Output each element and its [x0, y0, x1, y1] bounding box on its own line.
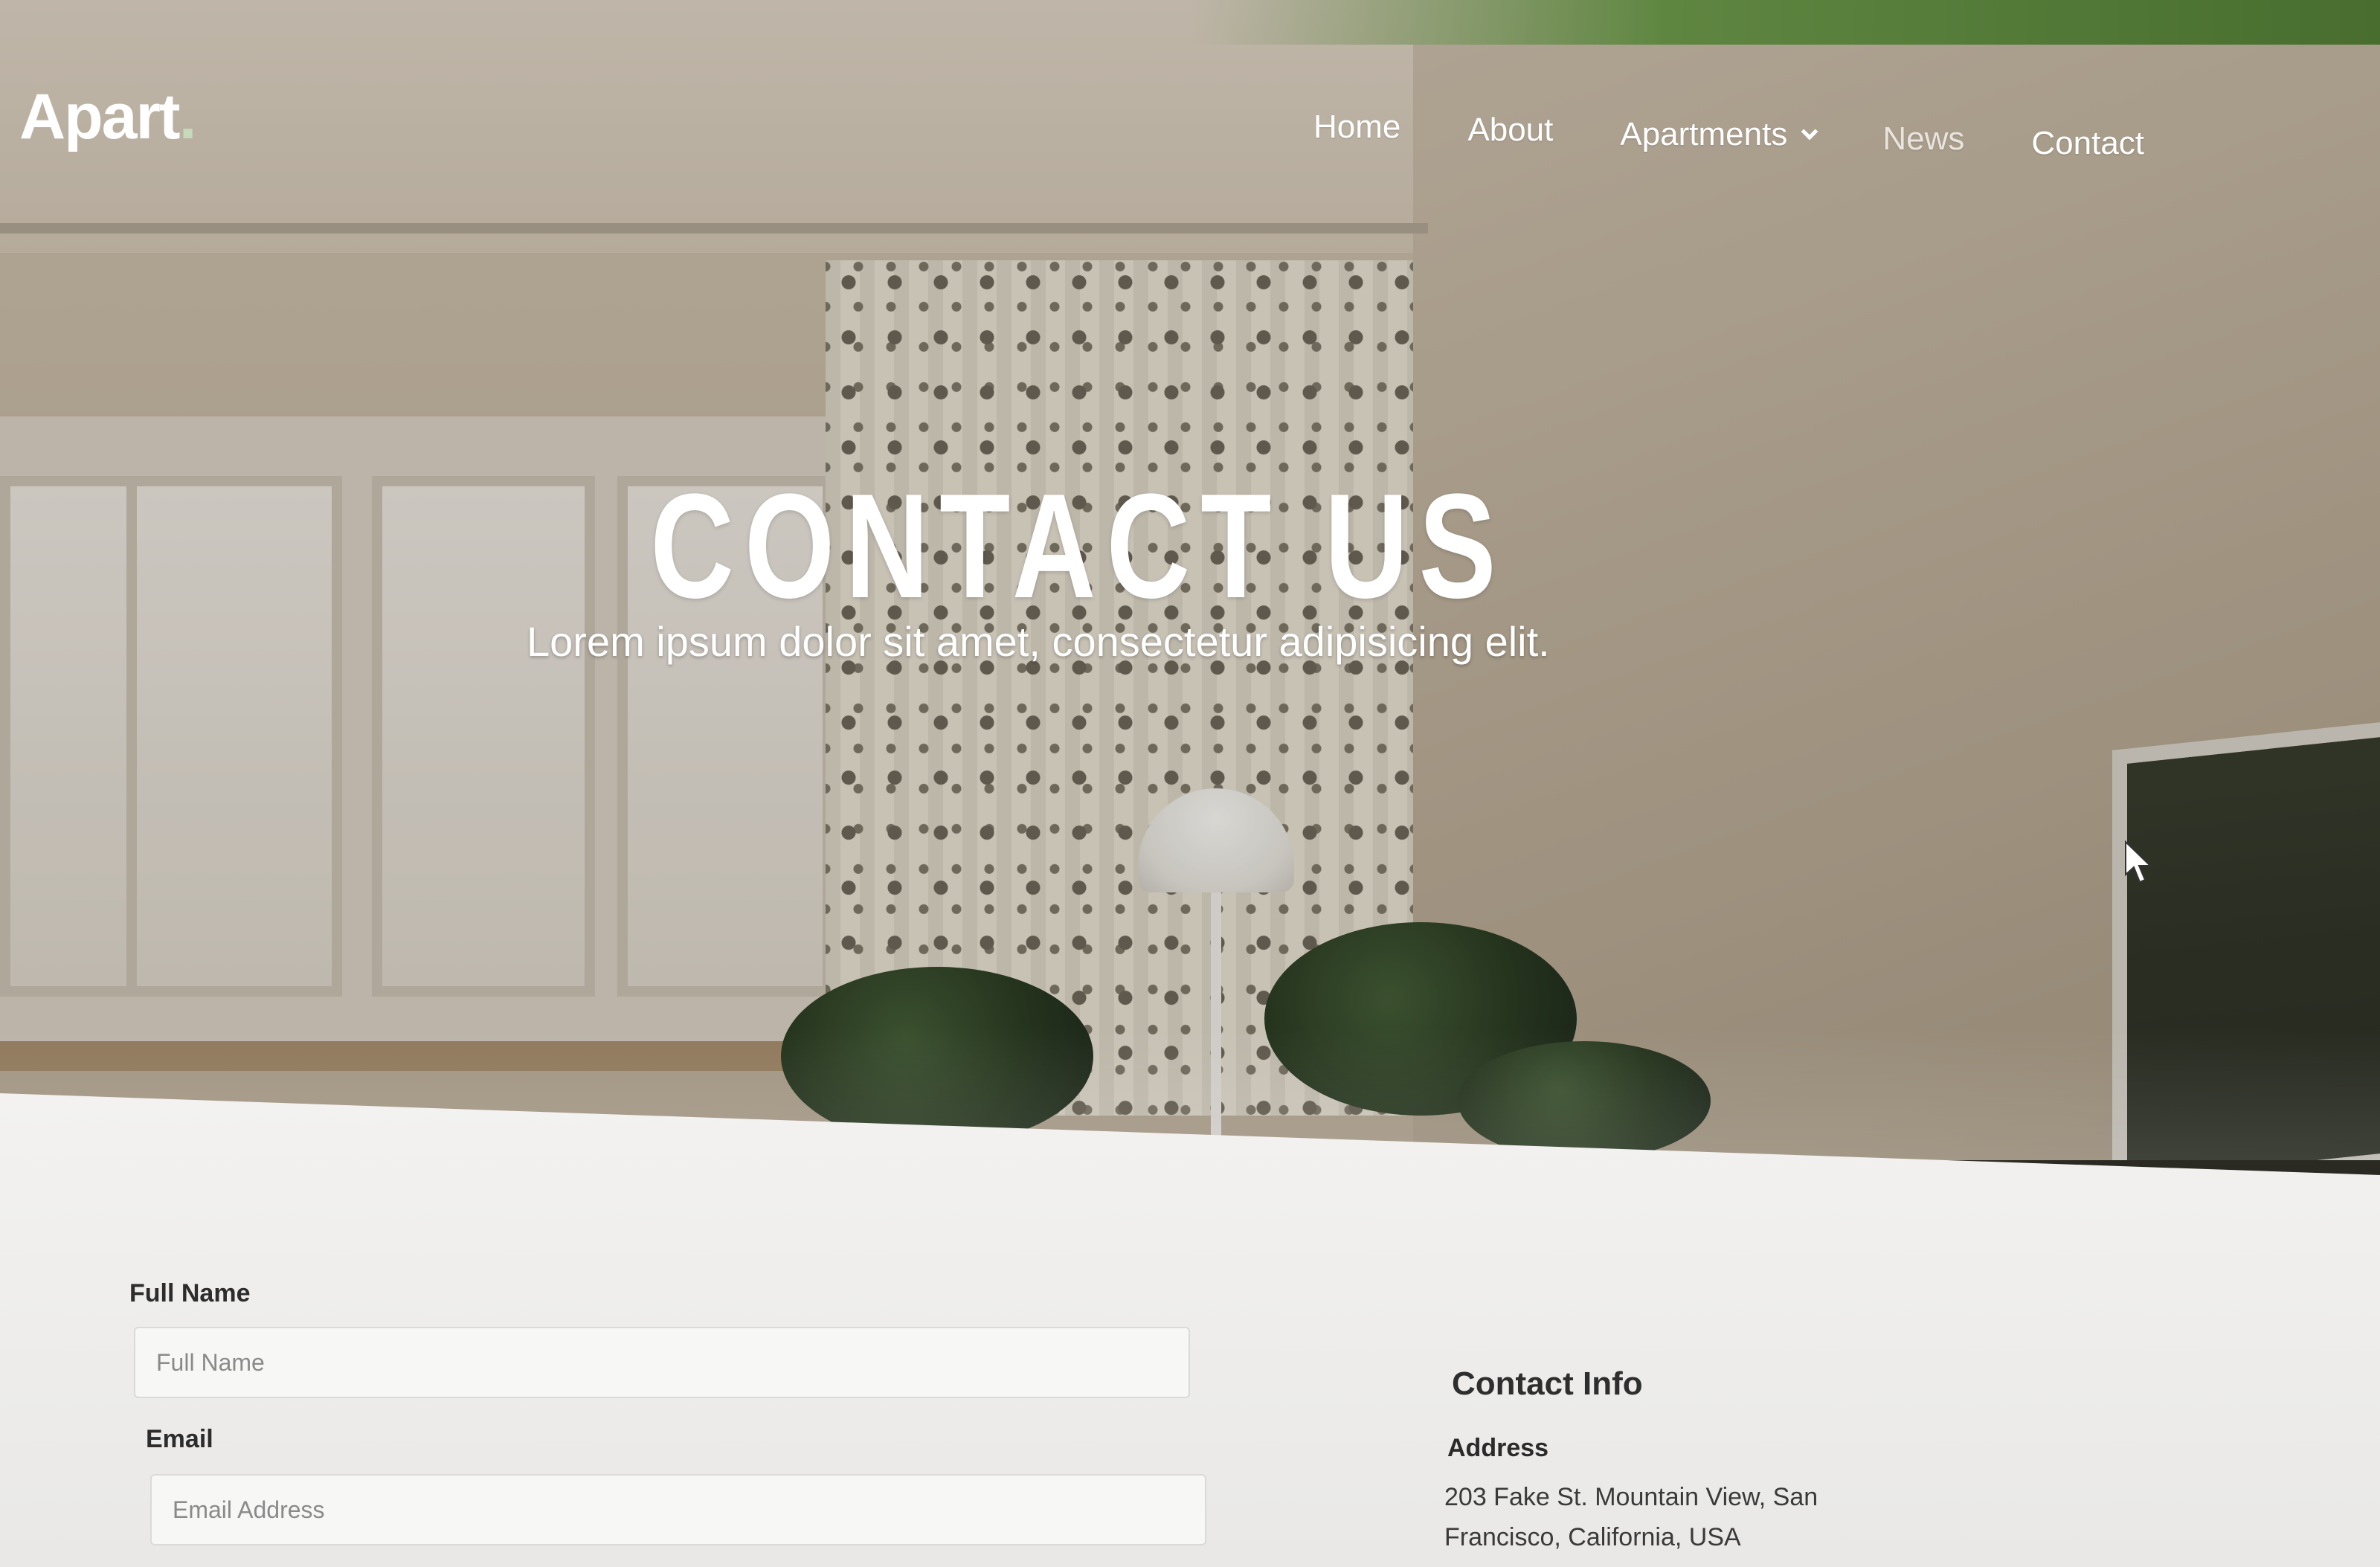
page-subtitle: Lorem ipsum dolor sit amet, consectetur …	[527, 618, 1550, 665]
mouse-cursor-icon	[2125, 840, 2152, 884]
email-label: Email	[146, 1425, 213, 1453]
address-value: 203 Fake St. Mountain View, San Francisc…	[1444, 1483, 1818, 1551]
email-input[interactable]	[150, 1474, 1206, 1545]
full-name-input[interactable]	[134, 1327, 1190, 1398]
contact-info-title: Contact Info	[1452, 1365, 1643, 1402]
address-label: Address	[1447, 1434, 1549, 1462]
nav-item-label: Contact	[2031, 125, 2145, 161]
nav-item-apartments[interactable]: Apartments	[1620, 116, 1818, 153]
nav-item-home[interactable]: Home	[1313, 109, 1400, 146]
nav-item-label: About	[1467, 112, 1554, 148]
main-nav: Home About Apartments News Contact	[1313, 109, 2211, 162]
logo-text: Apart	[19, 81, 181, 152]
full-name-label: Full Name	[129, 1279, 251, 1307]
nav-item-label: Apartments	[1620, 116, 1788, 152]
logo-dot: .	[178, 81, 197, 152]
nav-item-label: Home	[1313, 109, 1401, 145]
nav-item-news[interactable]: News	[1882, 120, 1964, 158]
nav-item-about[interactable]: About	[1467, 112, 1553, 149]
nav-item-label: News	[1882, 120, 1965, 157]
chevron-down-icon	[1801, 123, 1818, 141]
site-logo[interactable]: Apart.	[19, 80, 197, 154]
nav-item-contact[interactable]: Contact	[2031, 125, 2144, 162]
page-title: CONTACT US	[650, 463, 1507, 629]
